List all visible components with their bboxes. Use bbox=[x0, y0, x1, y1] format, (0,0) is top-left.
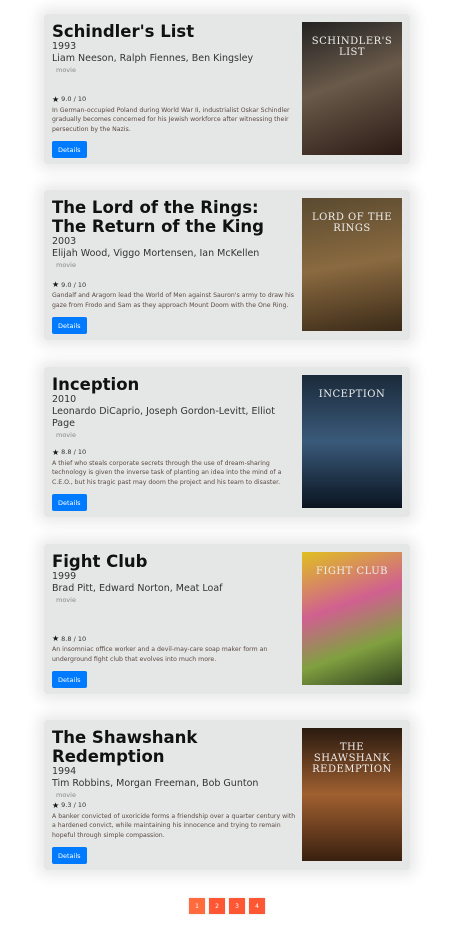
movie-type: movie bbox=[56, 596, 76, 604]
details-button[interactable]: Details bbox=[52, 847, 87, 864]
page-1-button[interactable]: 1 bbox=[189, 898, 205, 914]
movie-type: movie bbox=[56, 261, 76, 269]
movie-description: In German-occupied Poland during World W… bbox=[52, 106, 290, 133]
movie-rating: ★ 9.0 / 10 bbox=[52, 95, 296, 104]
movie-info: Inception 2010 Leonardo DiCaprio, Joseph… bbox=[52, 375, 296, 511]
star-icon: ★ bbox=[52, 94, 60, 104]
movie-description: Gandalf and Aragorn lead the World of Me… bbox=[52, 292, 294, 309]
movie-card: Inception 2010 Leonardo DiCaprio, Joseph… bbox=[44, 367, 410, 517]
movie-poster: LORD OF THE RINGS bbox=[302, 198, 402, 331]
movie-poster: INCEPTION bbox=[302, 375, 402, 508]
movie-card: The Shawshank Redemption 1994 Tim Robbin… bbox=[44, 720, 410, 870]
movie-rating: ★ 8.8 / 10 bbox=[52, 448, 296, 457]
movie-cast: Leonardo DiCaprio, Joseph Gordon-Levitt,… bbox=[52, 406, 275, 429]
movie-description: A thief who steals corporate secrets thr… bbox=[52, 459, 282, 486]
movie-type: movie bbox=[56, 431, 76, 439]
movie-poster: FIGHT CLUB bbox=[302, 552, 402, 685]
movie-cast: Brad Pitt, Edward Norton, Meat Loaf bbox=[52, 583, 223, 594]
movie-info: The Lord of the Rings: The Return of the… bbox=[52, 198, 296, 334]
details-button[interactable]: Details bbox=[52, 494, 87, 511]
movie-rating: ★ 9.3 / 10 bbox=[52, 801, 296, 810]
movie-card: Schindler's List 1993 Liam Neeson, Ralph… bbox=[44, 14, 410, 164]
star-icon: ★ bbox=[52, 800, 60, 810]
movie-title: The Lord of the Rings: The Return of the… bbox=[52, 198, 264, 236]
movie-card: Fight Club 1999 Brad Pitt, Edward Norton… bbox=[44, 544, 410, 694]
poster-title: FIGHT CLUB bbox=[316, 566, 388, 577]
movie-info: The Shawshank Redemption 1994 Tim Robbin… bbox=[52, 728, 296, 864]
movie-title: Fight Club bbox=[52, 552, 148, 571]
movie-type: movie bbox=[56, 66, 76, 74]
movie-title: Schindler's List bbox=[52, 22, 195, 41]
star-icon: ★ bbox=[52, 280, 60, 290]
rating-value: 9.0 / 10 bbox=[61, 95, 87, 104]
movie-year: 1993 bbox=[52, 41, 77, 52]
pagination: 1 2 3 4 bbox=[189, 898, 265, 914]
details-button[interactable]: Details bbox=[52, 141, 87, 158]
movie-title: The Shawshank Redemption bbox=[52, 728, 198, 766]
movie-year: 1999 bbox=[52, 571, 77, 582]
movie-description: An insomniac office worker and a devil-m… bbox=[52, 646, 268, 663]
details-button[interactable]: Details bbox=[52, 317, 87, 334]
rating-value: 8.8 / 10 bbox=[61, 448, 87, 457]
movie-year: 2003 bbox=[52, 236, 77, 247]
movie-poster: THE SHAWSHANK REDEMPTION bbox=[302, 728, 402, 861]
movie-year: 2010 bbox=[52, 394, 77, 405]
page-4-button[interactable]: 4 bbox=[249, 898, 265, 914]
page-3-button[interactable]: 3 bbox=[229, 898, 245, 914]
rating-value: 9.3 / 10 bbox=[61, 801, 87, 810]
details-button[interactable]: Details bbox=[52, 671, 87, 688]
poster-title: THE SHAWSHANK REDEMPTION bbox=[312, 742, 392, 775]
movie-info: Fight Club 1999 Brad Pitt, Edward Norton… bbox=[52, 552, 296, 688]
poster-title: SCHINDLER'S LIST bbox=[311, 36, 393, 58]
movie-cast: Elijah Wood, Viggo Mortensen, Ian McKell… bbox=[52, 248, 260, 259]
movie-type: movie bbox=[56, 791, 76, 799]
poster-title: INCEPTION bbox=[318, 389, 386, 400]
star-icon: ★ bbox=[52, 447, 60, 457]
movie-description: A banker convicted of uxoricide forms a … bbox=[52, 812, 296, 839]
movie-cast: Liam Neeson, Ralph Fiennes, Ben Kingsley bbox=[52, 53, 254, 64]
movie-year: 1994 bbox=[52, 766, 77, 777]
rating-value: 9.0 / 10 bbox=[61, 280, 87, 289]
movie-rating: ★ 8.8 / 10 bbox=[52, 634, 296, 643]
star-icon: ★ bbox=[52, 634, 60, 644]
movie-info: Schindler's List 1993 Liam Neeson, Ralph… bbox=[52, 22, 296, 158]
rating-value: 8.8 / 10 bbox=[61, 634, 87, 643]
poster-title: LORD OF THE RINGS bbox=[311, 212, 393, 234]
movie-title: Inception bbox=[52, 375, 140, 394]
movie-cast: Tim Robbins, Morgan Freeman, Bob Gunton bbox=[52, 778, 259, 789]
movie-poster: SCHINDLER'S LIST bbox=[302, 22, 402, 155]
movie-rating: ★ 9.0 / 10 bbox=[52, 280, 296, 289]
movie-card: The Lord of the Rings: The Return of the… bbox=[44, 190, 410, 340]
page-2-button[interactable]: 2 bbox=[209, 898, 225, 914]
